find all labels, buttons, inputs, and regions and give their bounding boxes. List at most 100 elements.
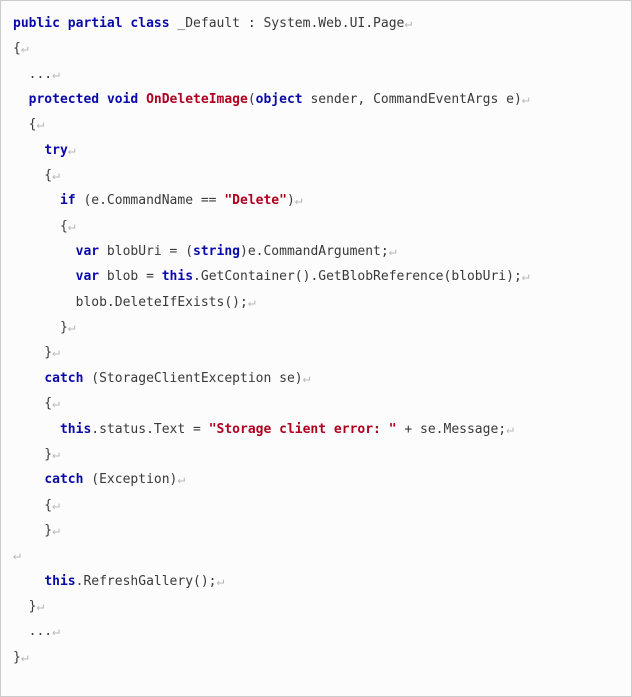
code-token: public <box>13 16 60 31</box>
code-token: .status.Text = <box>91 422 208 437</box>
line-ending-icon: ↵ <box>68 143 76 158</box>
code-token: _Default : System.Web.UI.Page <box>170 16 405 31</box>
line-ending-icon: ↵ <box>248 295 256 310</box>
code-line: this.RefreshGallery();↵ <box>13 574 224 589</box>
code-token: .RefreshGallery(); <box>76 574 217 589</box>
line-ending-icon: ↵ <box>36 117 44 132</box>
line-ending-icon: ↵ <box>217 574 225 589</box>
code-token: var <box>76 269 99 284</box>
code-token <box>13 92 29 107</box>
code-token: this <box>44 574 75 589</box>
code-token: (StorageClientException se) <box>83 371 302 386</box>
code-token: } <box>13 345 52 360</box>
line-ending-icon: ↵ <box>52 67 60 82</box>
code-token <box>13 472 44 487</box>
code-token: ... <box>13 67 52 82</box>
code-line: protected void OnDeleteImage(object send… <box>13 92 530 107</box>
code-token: this <box>162 269 193 284</box>
code-line: {↵ <box>13 117 44 132</box>
line-ending-icon: ↵ <box>522 269 530 284</box>
code-line: ↵ <box>13 548 21 563</box>
code-token: } <box>13 650 21 665</box>
line-ending-icon: ↵ <box>21 41 29 56</box>
code-token: { <box>13 396 52 411</box>
code-token: catch <box>44 371 83 386</box>
code-token: { <box>13 498 52 513</box>
line-ending-icon: ↵ <box>295 193 303 208</box>
line-ending-icon: ↵ <box>21 650 29 665</box>
code-token: } <box>13 599 36 614</box>
code-line: }↵ <box>13 447 60 462</box>
code-token <box>13 371 44 386</box>
line-ending-icon: ↵ <box>52 523 60 538</box>
code-line: var blobUri = (string)e.CommandArgument;… <box>13 244 397 259</box>
code-line: }↵ <box>13 523 60 538</box>
line-ending-icon: ↵ <box>506 422 514 437</box>
code-line: this.status.Text = "Storage client error… <box>13 422 514 437</box>
code-line: }↵ <box>13 599 44 614</box>
line-ending-icon: ↵ <box>52 396 60 411</box>
code-line: var blob = this.GetContainer().GetBlobRe… <box>13 269 530 284</box>
code-line: {↵ <box>13 396 60 411</box>
code-token: this <box>60 422 91 437</box>
code-line: catch (Exception)↵ <box>13 472 185 487</box>
line-ending-icon: ↵ <box>36 599 44 614</box>
code-token: void <box>107 92 138 107</box>
code-token: ) <box>287 193 295 208</box>
code-token: blobUri = ( <box>99 244 193 259</box>
line-ending-icon: ↵ <box>303 371 311 386</box>
code-token: class <box>130 16 169 31</box>
code-token: .GetContainer().GetBlobReference(blobUri… <box>193 269 522 284</box>
code-token: { <box>13 168 52 183</box>
line-ending-icon: ↵ <box>177 472 185 487</box>
code-token: ... <box>13 624 52 639</box>
code-token: blob = <box>99 269 162 284</box>
code-line: {↵ <box>13 498 60 513</box>
code-token: } <box>13 523 52 538</box>
code-line: }↵ <box>13 345 60 360</box>
code-token: (Exception) <box>83 472 177 487</box>
code-line: ...↵ <box>13 67 60 82</box>
code-line: {↵ <box>13 219 76 234</box>
code-line: }↵ <box>13 320 76 335</box>
line-ending-icon: ↵ <box>52 345 60 360</box>
code-line: try↵ <box>13 143 76 158</box>
line-ending-icon: ↵ <box>52 447 60 462</box>
code-line: }↵ <box>13 650 29 665</box>
code-line: if (e.CommandName == "Delete")↵ <box>13 193 303 208</box>
code-line: {↵ <box>13 41 29 56</box>
code-token: "Storage client error: " <box>209 422 397 437</box>
code-token: OnDeleteImage <box>146 92 248 107</box>
code-token <box>138 92 146 107</box>
code-token: string <box>193 244 240 259</box>
code-line: {↵ <box>13 168 60 183</box>
code-token <box>60 16 68 31</box>
code-token: object <box>256 92 303 107</box>
code-token <box>13 193 60 208</box>
code-line: blob.DeleteIfExists();↵ <box>13 295 256 310</box>
code-token: { <box>13 41 21 56</box>
line-ending-icon: ↵ <box>13 548 21 563</box>
code-token: sender, CommandEventArgs e) <box>303 92 522 107</box>
line-ending-icon: ↵ <box>52 624 60 639</box>
code-token <box>13 143 44 158</box>
code-token: )e.CommandArgument; <box>240 244 389 259</box>
code-token: protected <box>29 92 99 107</box>
code-token: blob.DeleteIfExists(); <box>13 295 248 310</box>
line-ending-icon: ↵ <box>68 320 76 335</box>
code-content: public partial class _Default : System.W… <box>13 16 530 665</box>
code-token: { <box>13 219 68 234</box>
code-token: } <box>13 320 68 335</box>
code-token <box>13 422 60 437</box>
code-token: { <box>13 117 36 132</box>
code-token: (e.CommandName == <box>76 193 225 208</box>
line-ending-icon: ↵ <box>404 16 412 31</box>
code-line: catch (StorageClientException se)↵ <box>13 371 310 386</box>
line-ending-icon: ↵ <box>52 168 60 183</box>
code-line: public partial class _Default : System.W… <box>13 16 412 31</box>
line-ending-icon: ↵ <box>522 92 530 107</box>
code-token <box>13 244 76 259</box>
line-ending-icon: ↵ <box>52 498 60 513</box>
code-token: if <box>60 193 76 208</box>
code-token: var <box>76 244 99 259</box>
